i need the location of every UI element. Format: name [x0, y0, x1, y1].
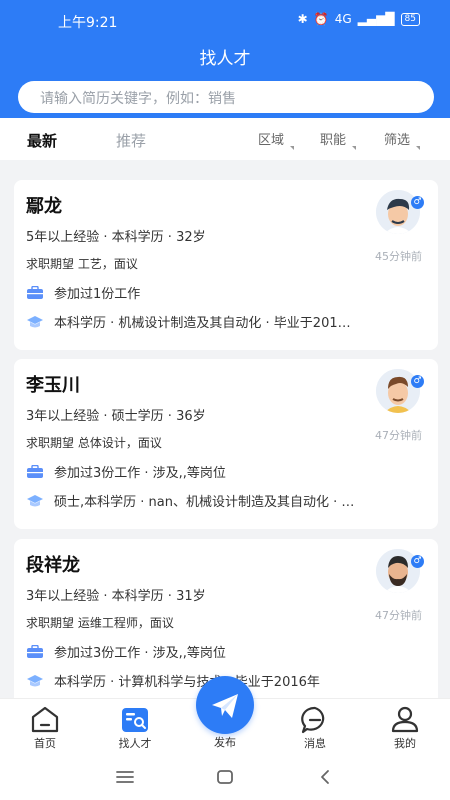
gender-male-icon: ♂: [411, 196, 424, 209]
work-text: 参加过3份工作 · 涉及,,等岗位: [54, 466, 226, 481]
tab-recommend[interactable]: 推荐: [116, 130, 146, 151]
search-input[interactable]: 请输入简历关键字，例如：销售: [18, 81, 434, 113]
briefcase-icon: [27, 644, 43, 658]
candidate-info: 3年以上经验 · 本科学历 · 31岁: [26, 589, 206, 604]
message-icon: [301, 706, 325, 734]
signal-label: 4G: [334, 12, 352, 26]
candidate-name: 鄢龙: [26, 196, 62, 217]
status-icons: ✱ ⏰ 4G ▂▄▆█ 85: [298, 12, 420, 26]
nav-label-talent: 找人才: [118, 737, 152, 750]
header-bar: 上午9:21 ✱ ⏰ 4G ▂▄▆█ 85 找人才 请输入简历关键字，例如：销售: [0, 0, 450, 118]
posted-time: 45分钟前: [375, 250, 422, 263]
battery-icon: 85: [400, 12, 420, 26]
signal-icon: ▂▄▆█: [357, 12, 395, 26]
publish-label: 发布: [214, 736, 236, 749]
posted-time: 47分钟前: [375, 429, 422, 442]
back-icon[interactable]: [315, 769, 335, 785]
education-text: 本科学历 · 计算机科学与技术 · 毕业于2016年: [54, 675, 320, 690]
filter-more-label: 筛选: [384, 133, 411, 148]
posted-time: 47分钟前: [375, 609, 422, 622]
home-icon: [31, 706, 59, 733]
filter-function[interactable]: 职能: [320, 129, 357, 150]
education-text: 硕士,本科学历 · nan、机械设计制造及其自动化 · …: [54, 495, 355, 510]
filter-region-label: 区域: [258, 133, 285, 148]
paper-plane-icon: [212, 694, 238, 718]
tab-latest[interactable]: 最新: [27, 130, 57, 151]
system-nav-bar: [0, 754, 450, 800]
work-text: 参加过1份工作: [54, 287, 141, 302]
candidate-card[interactable]: 鄢龙 5年以上经验 · 本科学历 · 32岁 求职期望 工艺，面议 参加过1份工…: [14, 180, 438, 350]
nav-item-profile[interactable]: 我的: [370, 699, 440, 755]
candidate-name: 段祥龙: [26, 555, 80, 576]
candidate-desire: 求职期望 工艺，面议: [26, 257, 138, 271]
graduation-cap-icon: [27, 674, 43, 686]
education-row: 本科学历 · 机械设计制造及其自动化 · 毕业于201…: [26, 312, 431, 331]
profile-icon: [391, 706, 419, 733]
candidate-name: 李玉川: [26, 375, 80, 396]
nav-item-messages[interactable]: 消息: [280, 699, 350, 755]
nav-label-profile: 我的: [394, 737, 416, 750]
candidate-card[interactable]: 李玉川 3年以上经验 · 硕士学历 · 36岁 求职期望 总体设计，面议 参加过…: [14, 359, 438, 529]
nav-label-home: 首页: [34, 737, 56, 750]
candidate-desire: 求职期望 总体设计，面议: [26, 436, 162, 450]
candidate-desire: 求职期望 运维工程师，面议: [26, 616, 174, 630]
home-square-icon[interactable]: [215, 769, 235, 785]
work-row: 参加过3份工作 · 涉及,,等岗位: [26, 642, 431, 661]
gender-male-icon: ♂: [411, 375, 424, 388]
filter-more[interactable]: 筛选: [384, 129, 421, 150]
triangle-down-icon: [416, 146, 421, 150]
gender-male-icon: ♂: [411, 555, 424, 568]
education-row: 硕士,本科学历 · nan、机械设计制造及其自动化 · …: [26, 491, 431, 510]
graduation-cap-icon: [27, 494, 43, 506]
graduation-cap-icon: [27, 315, 43, 327]
briefcase-icon: [27, 285, 43, 299]
bluetooth-icon: ✱: [297, 12, 308, 26]
education-text: 本科学历 · 机械设计制造及其自动化 · 毕业于201…: [54, 316, 351, 331]
triangle-down-icon: [352, 146, 357, 150]
nav-item-talent[interactable]: 找人才: [100, 699, 170, 755]
triangle-down-icon: [290, 146, 295, 150]
page-title: 找人才: [199, 49, 251, 69]
status-time: 上午9:21: [58, 15, 118, 31]
filter-region[interactable]: 区域: [258, 129, 295, 150]
status-bar: 上午9:21 ✱ ⏰ 4G ▂▄▆█ 85: [0, 0, 450, 40]
nav-label-messages: 消息: [304, 737, 326, 750]
talent-search-icon: [122, 708, 148, 732]
work-text: 参加过3份工作 · 涉及,,等岗位: [54, 646, 226, 661]
work-row: 参加过1份工作: [26, 283, 431, 302]
candidate-info: 5年以上经验 · 本科学历 · 32岁: [26, 230, 206, 245]
filter-function-label: 职能: [320, 133, 347, 148]
publish-button[interactable]: [196, 676, 254, 734]
alarm-icon: ⏰: [313, 12, 329, 26]
tabs-bar: 最新 推荐 区域 职能 筛选: [0, 118, 450, 160]
search-placeholder: 请输入简历关键字，例如：销售: [40, 91, 236, 107]
work-row: 参加过3份工作 · 涉及,,等岗位: [26, 462, 431, 481]
menu-icon[interactable]: [115, 769, 135, 785]
nav-item-home[interactable]: 首页: [10, 699, 80, 755]
briefcase-icon: [27, 464, 43, 478]
candidate-info: 3年以上经验 · 硕士学历 · 36岁: [26, 409, 206, 424]
